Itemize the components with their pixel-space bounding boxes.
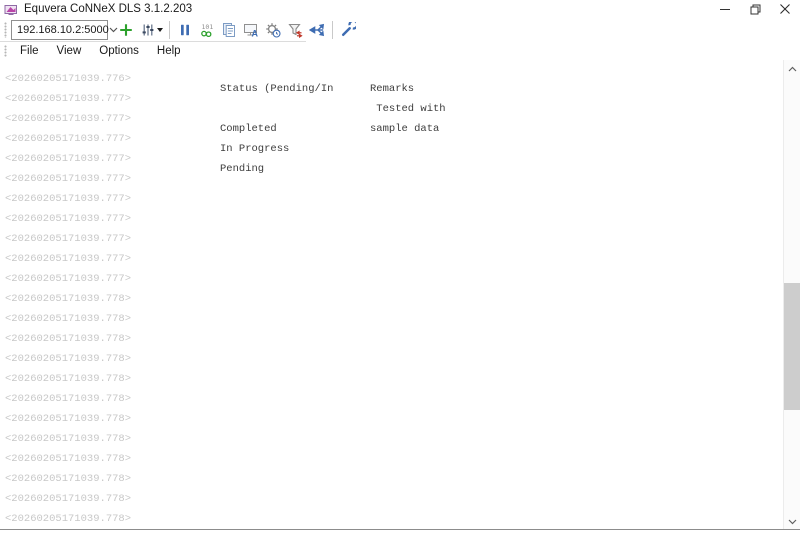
app-icon [4,3,18,16]
log-timestamp: <20260205171039.778> [5,349,131,369]
chevron-down-icon [788,519,797,525]
log-timestamp: <20260205171039.778> [5,289,131,309]
log-timestamp: <20260205171039.778> [5,309,131,329]
window-title: Equvera CoNNeX DLS 3.1.2.203 [24,3,192,15]
address-combobox[interactable]: 192.168.10.2:5000 [11,20,108,40]
log-timestamp: <20260205171039.778> [5,449,131,469]
entry-remarks: Remarks [370,79,414,99]
log-timestamp: <20260205171039.778> [5,409,131,429]
pause-button[interactable] [174,19,196,41]
log-entry-row: Pending [0,159,780,179]
scrollbar-up-button[interactable] [784,60,800,77]
vertical-scrollbar[interactable] [783,60,800,530]
log-timestamp: <20260205171039.778> [5,389,131,409]
menubar-grip[interactable] [4,45,7,57]
tune-dropdown-button[interactable] [137,19,165,41]
log-timestamp: <20260205171039.777> [5,229,131,249]
log-entry-row: Completed sample data [0,119,780,139]
filter-button[interactable] [284,19,306,41]
log-entry-row: Tested with [0,99,780,119]
menu-bar: File View Options Help [0,42,800,60]
pause-icon [177,22,193,38]
log-timestamp: <20260205171039.778> [5,329,131,349]
entry-status: Pending [220,159,264,179]
chevron-up-icon [788,66,797,72]
scrollbar-down-button[interactable] [784,513,800,530]
toolbar-separator [169,21,170,39]
log-timestamp: <20260205171039.777> [5,189,131,209]
copy-log-button[interactable] [218,19,240,41]
log-numbering-button[interactable]: 101 [196,19,218,41]
settings-clock-icon [265,22,281,38]
close-button[interactable] [770,0,800,18]
filter-arrows-icon [287,22,303,38]
numbers-101-link-icon: 101 [199,22,215,38]
address-value: 192.168.10.2:5000 [17,24,109,36]
log-timestamp: <20260205171039.778> [5,489,131,509]
split-connections-button[interactable] [306,19,328,41]
minimize-button[interactable] [710,0,740,18]
add-icon [118,22,134,38]
toolbar: 192.168.10.2:5000 [0,18,800,42]
tune-icon [140,22,156,38]
toolbar-grip[interactable] [4,22,7,38]
log-timestamp: <20260205171039.778> [5,369,131,389]
tune-dropdown-caret-icon [157,28,163,32]
log-timestamp: <20260205171039.778> [5,429,131,449]
window-controls [710,0,800,18]
log-timestamp: <20260205171039.777> [5,209,131,229]
svg-text:101: 101 [202,23,214,31]
log-entry-row: In Progress [0,139,780,159]
log-timestamp: <20260205171039.777> [5,269,131,289]
combobox-dropdown-icon[interactable] [109,27,118,33]
add-button[interactable] [115,19,137,41]
scrollbar-thumb[interactable] [784,283,800,410]
display-font-button[interactable]: A [240,19,262,41]
log-timestamp: <20260205171039.778> [5,469,131,489]
settings-button[interactable] [262,19,284,41]
entry-remarks: Tested with [370,99,446,119]
log-timestamp: <20260205171039.778> [5,509,131,529]
menu-view[interactable]: View [48,43,91,59]
entry-status: Status (Pending/In [220,79,333,99]
toolbar-separator [332,21,333,39]
log-timestamp: <20260205171039.777> [5,249,131,269]
entry-status: In Progress [220,139,289,159]
tools-button[interactable] [337,19,359,41]
log-view[interactable]: <20260205171039.776><20260205171039.777>… [0,60,800,530]
restore-button[interactable] [740,0,770,18]
display-font-icon: A [243,22,260,38]
wrench-icon [340,22,356,38]
entry-remarks: sample data [370,119,439,139]
copy-document-icon [221,22,237,38]
title-bar: Equvera CoNNeX DLS 3.1.2.203 [0,0,800,18]
app-window: Equvera CoNNeX DLS 3.1.2.203 192 [0,0,800,534]
svg-text:A: A [251,29,258,39]
log-entry-row: Status (Pending/In Remarks [0,79,780,99]
split-arrows-icon [309,22,325,38]
menu-options[interactable]: Options [90,43,148,59]
entry-status: Completed [220,119,277,139]
menu-help[interactable]: Help [148,43,190,59]
menu-file[interactable]: File [11,43,48,59]
